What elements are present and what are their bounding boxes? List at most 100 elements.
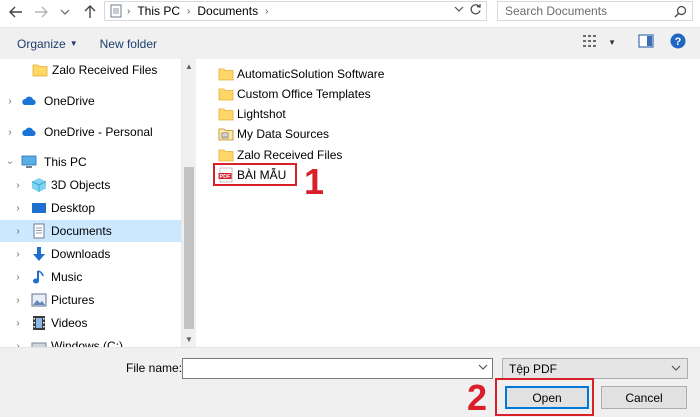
nav-item-label: Windows (C:) (51, 339, 124, 347)
address-bar[interactable]: › This PC › Documents › (104, 1, 487, 21)
address-dropdown-chevron-icon[interactable] (454, 4, 464, 15)
navigation-pane[interactable]: Zalo Received Files › OneDrive › OneDriv… (0, 59, 181, 347)
scroll-down-arrow-icon[interactable]: ▼ (185, 335, 193, 344)
cloud-icon (21, 124, 37, 140)
desktop-icon (31, 200, 47, 216)
file-name: Lightshot (237, 107, 286, 121)
chevron-right-icon[interactable]: › (13, 318, 23, 329)
nav-item-onedrive-personal[interactable]: › OneDrive - Personal (0, 121, 181, 143)
help-icon[interactable]: ? (670, 33, 686, 52)
breadcrumb-documents[interactable]: Documents (197, 4, 258, 18)
file-name-label: File name: (126, 361, 183, 375)
scroll-up-arrow-icon[interactable]: ▲ (185, 62, 193, 71)
nav-item-music[interactable]: › Music (0, 266, 181, 288)
command-toolbar: Organize ▼ New folder ▼ ? (0, 27, 700, 59)
nav-item-label: This PC (44, 155, 87, 169)
file-type-dropdown-chevron-icon[interactable] (671, 364, 681, 373)
chevron-right-icon[interactable]: › (13, 249, 23, 260)
file-name-dropdown-chevron-icon[interactable] (478, 363, 488, 372)
folder-icon (218, 66, 234, 82)
file-name-input[interactable] (183, 359, 473, 378)
file-item-my-data-sources[interactable]: My Data Sources (218, 124, 329, 144)
nav-item-label: OneDrive - Personal (44, 125, 153, 139)
file-name: Custom Office Templates (237, 87, 371, 101)
chevron-down-icon[interactable]: › (5, 157, 16, 167)
address-row: › This PC › Documents › (0, 0, 700, 23)
nav-item-label: Desktop (51, 201, 96, 215)
nav-item-desktop[interactable]: › Desktop (0, 197, 181, 219)
breadcrumb-this-pc[interactable]: This PC (137, 4, 180, 18)
file-item-lightshot[interactable]: Lightshot (218, 104, 286, 124)
view-options-grid-icon[interactable] (582, 34, 598, 51)
data-folder-icon (218, 126, 234, 142)
highlight-box-step-1 (213, 163, 297, 186)
cube-icon (31, 177, 47, 193)
highlight-box-step-2 (495, 378, 594, 416)
breadcrumb-chevron-icon: › (265, 5, 269, 17)
nav-item-label: 3D Objects (51, 178, 111, 192)
folder-icon (218, 86, 234, 102)
nav-item-label: Music (51, 270, 83, 284)
chevron-right-icon[interactable]: › (13, 272, 23, 283)
new-folder-button[interactable]: New folder (92, 32, 165, 56)
file-item-custom-office-templates[interactable]: Custom Office Templates (218, 84, 371, 104)
view-options-caret-icon[interactable]: ▼ (608, 38, 616, 47)
file-type-select[interactable]: Tệp PDF (502, 358, 688, 379)
nav-item-label: Zalo Received Files (52, 63, 158, 77)
recent-locations-chevron-icon[interactable] (55, 1, 75, 23)
search-input[interactable] (498, 2, 668, 20)
view-controls: ▼ ? (582, 33, 686, 52)
file-list[interactable]: AutomaticSolution Software Custom Office… (197, 59, 700, 347)
chevron-right-icon[interactable]: › (13, 226, 23, 237)
nav-item-label: Videos (51, 316, 88, 330)
cloud-icon (21, 93, 37, 109)
nav-item-videos[interactable]: › Videos (0, 312, 181, 334)
nav-item-label: OneDrive (44, 94, 95, 108)
dialog-footer: File name: Tệp PDF Open Cancel (0, 347, 700, 417)
step-number-1: 1 (304, 161, 325, 202)
computer-icon (21, 154, 37, 170)
address-document-icon (105, 4, 127, 18)
up-arrow-icon[interactable] (80, 1, 100, 23)
nav-item-downloads[interactable]: › Downloads (0, 243, 181, 265)
folder-icon (218, 106, 234, 122)
folder-icon (32, 62, 48, 78)
nav-item-label: Downloads (51, 247, 111, 261)
chevron-right-icon[interactable]: › (13, 180, 23, 191)
file-item-automaticsolution-software[interactable]: AutomaticSolution Software (218, 64, 384, 84)
nav-item-this-pc[interactable]: › This PC (0, 151, 181, 173)
svg-text:?: ? (675, 36, 682, 48)
organize-button[interactable]: Organize ▼ (9, 32, 86, 56)
organize-label: Organize (17, 36, 66, 51)
nav-item-documents[interactable]: › Documents (0, 220, 181, 242)
nav-item-pictures[interactable]: › Pictures (0, 289, 181, 311)
picture-icon (31, 292, 47, 308)
chevron-right-icon[interactable]: › (13, 295, 23, 306)
chevron-right-icon[interactable]: › (5, 96, 15, 107)
file-name: AutomaticSolution Software (237, 67, 385, 81)
nav-item-label: Documents (51, 224, 112, 238)
nav-item-label: Pictures (51, 293, 95, 307)
music-note-icon (31, 269, 47, 285)
new-folder-label: New folder (99, 36, 157, 51)
cancel-button[interactable]: Cancel (601, 386, 687, 409)
refresh-icon[interactable] (469, 3, 482, 19)
breadcrumb-chevron-icon: › (127, 5, 131, 17)
nav-item-zalo-received-files[interactable]: Zalo Received Files (0, 59, 181, 81)
nav-item-windows-c[interactable]: › Windows (C:) (0, 335, 181, 347)
film-icon (31, 315, 47, 331)
search-icon[interactable] (674, 5, 687, 21)
chevron-right-icon[interactable]: › (5, 127, 15, 138)
file-type-value: Tệp PDF (509, 361, 558, 376)
scrollbar-thumb[interactable] (184, 167, 194, 329)
navigation-scrollbar[interactable]: ▲ ▼ (181, 59, 196, 347)
chevron-right-icon[interactable]: › (13, 203, 23, 214)
file-name-combobox[interactable] (182, 358, 493, 379)
nav-item-onedrive[interactable]: › OneDrive (0, 90, 181, 112)
back-arrow-icon[interactable] (6, 1, 26, 23)
preview-pane-icon[interactable] (638, 34, 654, 51)
nav-item-3d-objects[interactable]: › 3D Objects (0, 174, 181, 196)
forward-arrow-icon[interactable] (31, 1, 51, 23)
search-box[interactable] (497, 1, 693, 21)
document-icon (31, 223, 47, 239)
